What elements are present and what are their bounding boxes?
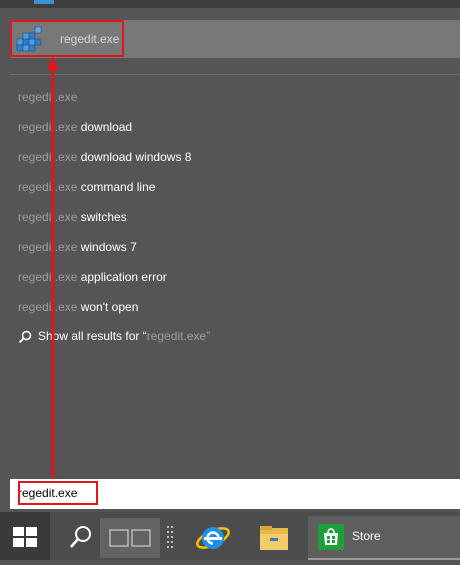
taskbar: Store — [0, 512, 460, 560]
suggestion-item[interactable]: regedit.exe application error — [18, 268, 448, 298]
top-strip-accent — [34, 0, 54, 4]
suggestion-item[interactable]: regedit.exe won't open — [18, 298, 448, 328]
search-icon — [70, 526, 91, 548]
folder-icon — [260, 526, 288, 550]
task-view-button[interactable] — [100, 518, 160, 558]
store-icon — [318, 524, 344, 550]
taskbar-grip[interactable] — [166, 526, 174, 552]
search-icon — [18, 330, 32, 343]
grip-icon — [167, 526, 173, 548]
store-button[interactable]: Store — [308, 516, 460, 560]
file-explorer-button[interactable] — [252, 520, 296, 556]
annotation-box-search — [18, 481, 98, 505]
task-view-icon — [109, 529, 151, 547]
internet-explorer-button[interactable] — [194, 520, 232, 556]
divider — [10, 74, 460, 75]
suggestion-item[interactable]: regedit.exe — [18, 88, 448, 118]
start-button[interactable] — [0, 512, 50, 560]
suggestion-item[interactable]: regedit.exe windows 7 — [18, 238, 448, 268]
top-strip — [0, 0, 460, 8]
suggestion-item[interactable]: regedit.exe download windows 8 — [18, 148, 448, 178]
suggestion-list: regedit.exe regedit.exe download regedit… — [18, 88, 448, 328]
show-all-results-link[interactable]: Show all results for “regedit.exe” — [18, 327, 210, 347]
annotation-box-top-result — [10, 20, 124, 57]
suggestion-item[interactable]: regedit.exe switches — [18, 208, 448, 238]
suggestion-item[interactable]: regedit.exe command line — [18, 178, 448, 208]
internet-explorer-icon — [196, 527, 230, 549]
suggestion-item[interactable]: regedit.exe download — [18, 118, 448, 148]
taskbar-search-button[interactable] — [62, 520, 98, 556]
windows-logo-icon — [13, 527, 37, 547]
store-label: Store — [352, 529, 381, 543]
search-results-panel: regedit.exe regedit.exe regedit.exe down… — [0, 8, 460, 478]
